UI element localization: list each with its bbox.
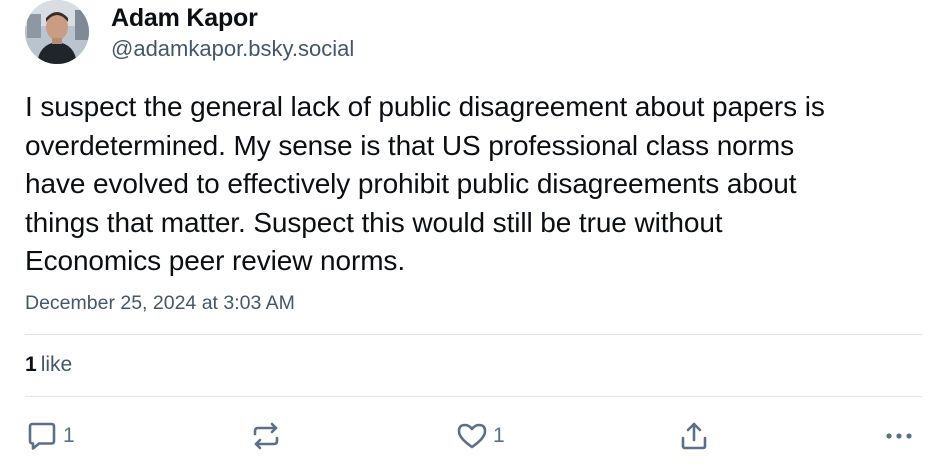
avatar[interactable] (25, 0, 89, 64)
repost-button[interactable] (249, 416, 283, 456)
divider (25, 334, 922, 335)
reply-button[interactable]: 1 (25, 416, 75, 456)
more-options-button[interactable] (885, 416, 915, 456)
author-info: Adam Kapor @adamkapor.bsky.social (111, 0, 354, 64)
likes-count: 1 (25, 353, 37, 376)
author-handle[interactable]: @adamkapor.bsky.social (111, 34, 354, 64)
share-button[interactable] (677, 416, 711, 456)
avatar-image (25, 0, 89, 64)
like-heart-icon (455, 419, 489, 453)
divider (25, 396, 922, 397)
likes-summary[interactable]: 1 like (25, 351, 72, 379)
more-options-icon (885, 419, 915, 453)
post-header: Adam Kapor @adamkapor.bsky.social (25, 0, 354, 70)
reply-count: 1 (63, 424, 75, 447)
post-actions-bar: 1 1 (0, 416, 947, 456)
post-text: I suspect the general lack of public dis… (25, 91, 825, 276)
like-count: 1 (493, 424, 505, 447)
share-icon (677, 419, 711, 453)
post-container: Adam Kapor @adamkapor.bsky.social I susp… (0, 0, 947, 475)
author-display-name[interactable]: Adam Kapor (111, 3, 354, 33)
post-timestamp[interactable]: December 25, 2024 at 3:03 AM (25, 290, 295, 316)
repost-icon (249, 419, 283, 453)
like-button[interactable]: 1 (455, 416, 505, 456)
reply-icon (25, 419, 59, 453)
likes-label: like (40, 353, 73, 376)
